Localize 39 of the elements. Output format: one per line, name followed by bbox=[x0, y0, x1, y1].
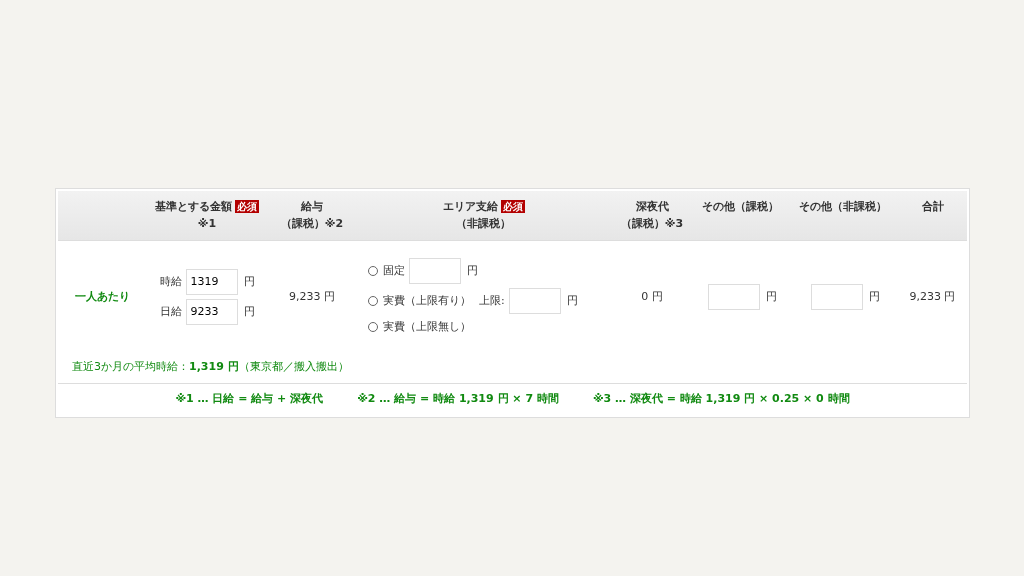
column-header: （課税）※2 bbox=[280, 216, 344, 230]
required-badge: 必須 bbox=[500, 200, 525, 213]
field-label: 日給 bbox=[159, 303, 182, 320]
input-field[interactable] bbox=[810, 283, 863, 310]
column-header: ※1 bbox=[197, 216, 217, 230]
column-header: 基準とする金額 bbox=[155, 200, 232, 213]
column-header: 給与 bbox=[301, 200, 323, 213]
average-wage-note: 直近3か月の平均時給：1,319 円（東京都／搬入搬出） bbox=[72, 359, 349, 373]
column-header: （非課税） bbox=[456, 216, 511, 230]
column-header: エリア支給 bbox=[442, 200, 498, 213]
option-label: 固定 bbox=[383, 262, 405, 279]
column-header: 深夜代 bbox=[635, 200, 669, 213]
unit-label: 円 bbox=[868, 288, 880, 305]
unit-label: 円 bbox=[243, 273, 255, 290]
field-label: 上限: bbox=[479, 292, 505, 309]
required-badge: 必須 bbox=[235, 200, 259, 213]
column-header: その他（非課税） bbox=[799, 200, 887, 213]
night-value: 0 円 bbox=[641, 289, 663, 303]
column-header: その他（課税） bbox=[702, 200, 779, 213]
unit-label: 円 bbox=[243, 303, 255, 320]
option-label: 実費（上限無し） bbox=[383, 318, 471, 335]
column-header: （課税）※3 bbox=[620, 216, 684, 230]
unit-label: 円 bbox=[467, 262, 478, 279]
total-value: 9,233 円 bbox=[909, 289, 956, 303]
row-label: 一人あたり bbox=[74, 289, 130, 303]
input-field[interactable] bbox=[409, 257, 461, 284]
footnote: ※2 … 給与 = 時給 1,319 円 × 7 時間 bbox=[357, 391, 559, 407]
input-field[interactable]: 9233 bbox=[185, 298, 238, 325]
field-label: 時給 bbox=[159, 273, 182, 290]
footnote: ※1 … 日給 = 給与 + 深夜代 bbox=[175, 391, 324, 407]
option-label: 実費（上限有り） bbox=[383, 292, 471, 309]
input-field[interactable] bbox=[708, 283, 760, 310]
column-header: 合計 bbox=[921, 200, 944, 213]
footnote: ※3 … 深夜代 = 時給 1,319 円 × 0.25 × 0 時間 bbox=[592, 391, 850, 407]
unit-label: 円 bbox=[566, 292, 578, 309]
unit-label: 円 bbox=[766, 288, 777, 305]
input-field[interactable]: 1319 bbox=[185, 268, 238, 295]
salary-value: 9,233 円 bbox=[289, 289, 335, 303]
input-field[interactable] bbox=[508, 287, 561, 314]
